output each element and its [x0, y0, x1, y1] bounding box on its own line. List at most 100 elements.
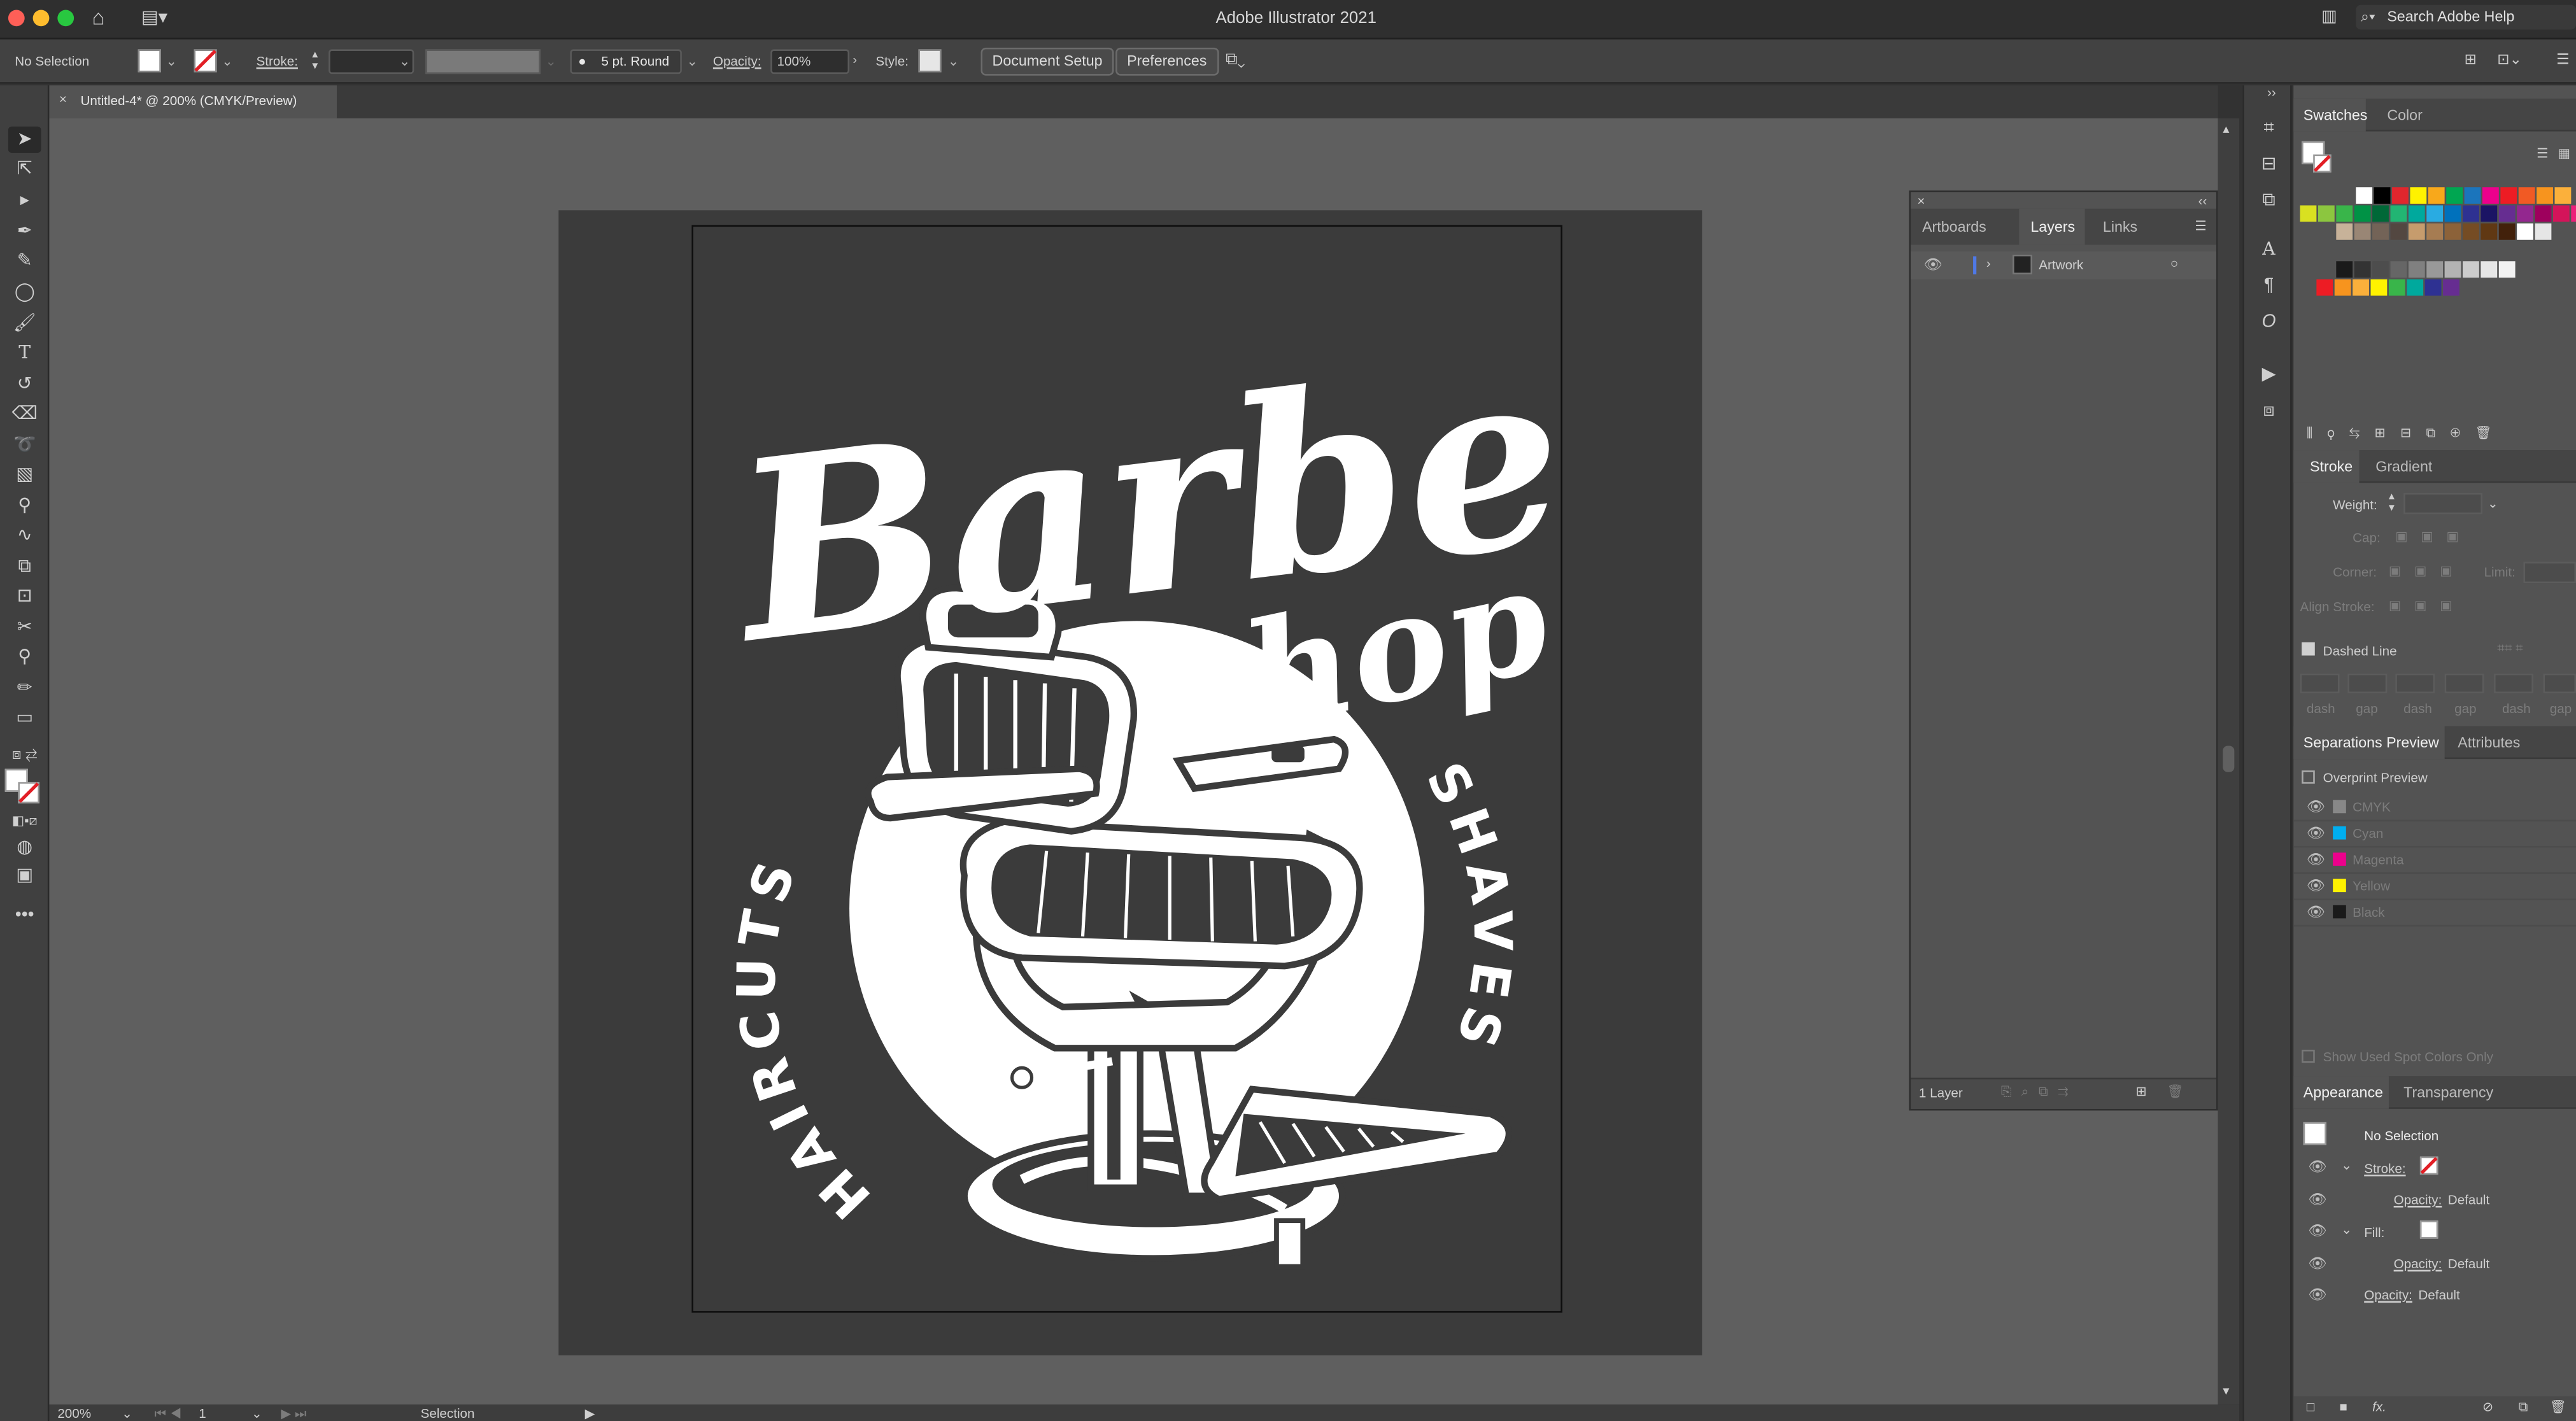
swatch-color[interactable] — [2316, 279, 2333, 296]
ink-visibility-eye-icon[interactable]: 👁 — [2307, 824, 2326, 842]
artboard-dropdown-icon[interactable]: ⌄ — [251, 1406, 262, 1421]
swatch-color[interactable] — [2480, 223, 2498, 240]
lasso-tool-icon[interactable]: ➰ — [8, 432, 41, 458]
opacity-input[interactable]: 100% — [770, 49, 850, 74]
default-colors-icon[interactable]: ⧈ ⇄ — [8, 741, 41, 767]
stroke-weight-stepper[interactable]: ▴ ▾ — [312, 49, 318, 72]
swatch-color[interactable] — [2356, 187, 2373, 204]
swatch-color[interactable] — [2372, 223, 2389, 240]
stroke-weight-panel-input[interactable] — [2403, 493, 2482, 514]
swatch-color[interactable] — [2428, 187, 2445, 204]
appearance-stroke-swatch[interactable] — [2419, 1156, 2438, 1175]
limit-input[interactable] — [2523, 562, 2576, 584]
document-setup-button[interactable]: Document Setup — [980, 47, 1114, 76]
swatch-color[interactable] — [2571, 205, 2576, 222]
workspace-switcher-icon[interactable]: ▤▾ — [141, 6, 167, 28]
profile-dropdown-icon[interactable]: ⌄ — [546, 54, 556, 69]
pathfinder-panel-icon[interactable]: ⧉ — [2256, 187, 2282, 213]
stroke-expand-chevron-icon[interactable]: ⌄ — [2341, 1158, 2352, 1173]
slice-tool-icon[interactable]: ✂ — [8, 614, 41, 640]
corner-buttons[interactable]: ▣▣▣ — [2389, 563, 2465, 578]
swatch-color[interactable] — [2354, 261, 2371, 278]
edit-toolbar-icon[interactable]: ••• — [8, 902, 41, 928]
swatch-color[interactable] — [2424, 279, 2442, 296]
tab-stroke[interactable]: Stroke — [2310, 458, 2353, 475]
swatch-color[interactable] — [2444, 205, 2461, 222]
selection-tool-icon[interactable]: ➤ — [8, 126, 41, 153]
tab-color[interactable]: Color — [2387, 107, 2423, 124]
swatch-color[interactable] — [2446, 187, 2463, 204]
layer-row-artwork[interactable]: 👁 › Artwork ○ — [1911, 251, 2216, 279]
pen-tool-icon[interactable]: ✒ — [8, 218, 41, 244]
swatch-color[interactable] — [2552, 205, 2570, 222]
swatch-color[interactable] — [2392, 187, 2409, 204]
gap-2-input[interactable] — [2444, 673, 2484, 693]
ink-row-black[interactable]: 👁 Black — [2293, 900, 2576, 927]
variable-width-profile[interactable] — [425, 49, 541, 74]
swatch-color[interactable] — [2517, 205, 2533, 222]
swatch-color[interactable] — [2390, 223, 2407, 240]
swatch-color[interactable] — [2410, 187, 2427, 204]
transform-icon[interactable]: ⊡⌄ — [2497, 51, 2522, 69]
fill-opacity-label[interactable]: Opacity: — [2394, 1257, 2442, 1271]
rectangle-tool-icon[interactable]: ▭ — [8, 705, 41, 731]
swatch-color[interactable] — [2500, 187, 2517, 204]
ink-row-yellow[interactable]: 👁 Yellow — [2293, 874, 2576, 901]
align-icon[interactable]: ⊞ — [2465, 51, 2477, 69]
shape-builder-tool-icon[interactable]: ⧉ — [8, 554, 41, 580]
zoom-dropdown-icon[interactable]: ⌄ — [122, 1406, 132, 1421]
document-tab[interactable]: × Untitled-4* @ 200% (CMYK/Preview) — [49, 85, 337, 118]
object-opacity-label[interactable]: Opacity: — [2364, 1288, 2412, 1303]
swatch-color[interactable] — [2537, 187, 2553, 204]
add-fill-icon[interactable]: ■ — [2339, 1400, 2347, 1415]
transform-panel-icon[interactable]: ⌗ — [2256, 115, 2282, 141]
dashed-line-checkbox[interactable] — [2302, 642, 2315, 656]
swatch-color[interactable] — [2390, 205, 2407, 222]
swatch-color[interactable] — [2463, 223, 2479, 240]
appearance-stroke-label[interactable]: Stroke: — [2364, 1161, 2405, 1176]
dash-3-input[interactable] — [2494, 673, 2533, 693]
ink-row-cmyk[interactable]: 👁 CMYK — [2293, 795, 2576, 822]
swatch-color[interactable] — [2480, 261, 2498, 278]
swatch-color[interactable] — [2390, 261, 2407, 278]
layer-visibility-eye-icon[interactable]: 👁 — [1924, 257, 1943, 274]
layer-footer-action-icons[interactable]: ⎘⌕⧉⇉ — [2001, 1084, 2078, 1101]
new-layer-icon[interactable]: ⊞ — [2136, 1084, 2147, 1099]
clear-appearance-icon[interactable]: ⊘ — [2482, 1400, 2493, 1415]
style-dropdown-icon[interactable]: ⌄ — [948, 54, 959, 69]
swatch-color[interactable] — [2336, 223, 2353, 240]
scroll-thumb[interactable] — [2223, 746, 2235, 772]
type-tool-icon[interactable]: T — [8, 340, 41, 366]
swatch-color[interactable] — [2354, 223, 2371, 240]
tab-separations-preview[interactable]: Separations Preview — [2304, 734, 2439, 751]
gap-3-input[interactable] — [2543, 673, 2576, 693]
artboard-number[interactable]: 1 — [199, 1406, 206, 1421]
swatch-color[interactable] — [2426, 261, 2444, 278]
duplicate-item-icon[interactable]: ⧉ — [2519, 1400, 2528, 1417]
zoom-level[interactable]: 200% — [57, 1406, 91, 1421]
swatch-color[interactable] — [2426, 223, 2444, 240]
scroll-down-icon[interactable]: ▾ — [2223, 1383, 2229, 1398]
control-menu-icon[interactable]: ☰ — [2556, 51, 2570, 69]
tab-attributes[interactable]: Attributes — [2458, 734, 2520, 751]
fill-opacity-eye-icon[interactable]: 👁 — [2308, 1255, 2327, 1273]
swatch-color[interactable] — [2370, 279, 2388, 296]
eyedropper-tool-icon[interactable]: ⚲ — [8, 493, 41, 519]
swatch-color[interactable] — [2444, 223, 2461, 240]
fill-dropdown-icon[interactable]: ⌄ — [166, 54, 177, 69]
swatch-list-view-icon[interactable]: ☰ — [2537, 146, 2549, 161]
barbershop-artwork[interactable]: HAIRCUTS SHAVES Barber shop — [693, 227, 1723, 1314]
opentype-panel-icon[interactable]: O — [2256, 309, 2282, 335]
close-panel-icon[interactable]: × — [1917, 194, 1925, 208]
dash-2-input[interactable] — [2395, 673, 2435, 693]
swatch-color[interactable] — [2554, 187, 2572, 204]
swatch-color[interactable] — [2443, 279, 2459, 296]
opacity-label[interactable]: Opacity: — [713, 54, 761, 69]
swatch-color[interactable] — [2480, 205, 2498, 222]
rotate-tool-icon[interactable]: ↺ — [8, 371, 41, 397]
gradient-tool-icon[interactable]: ▧ — [8, 462, 41, 488]
paragraph-panel-icon[interactable]: ¶ — [2256, 272, 2282, 299]
swatch-color[interactable] — [2407, 279, 2424, 296]
screen-mode-icon[interactable]: ▣ — [8, 863, 41, 889]
dash-1-input[interactable] — [2300, 673, 2340, 693]
